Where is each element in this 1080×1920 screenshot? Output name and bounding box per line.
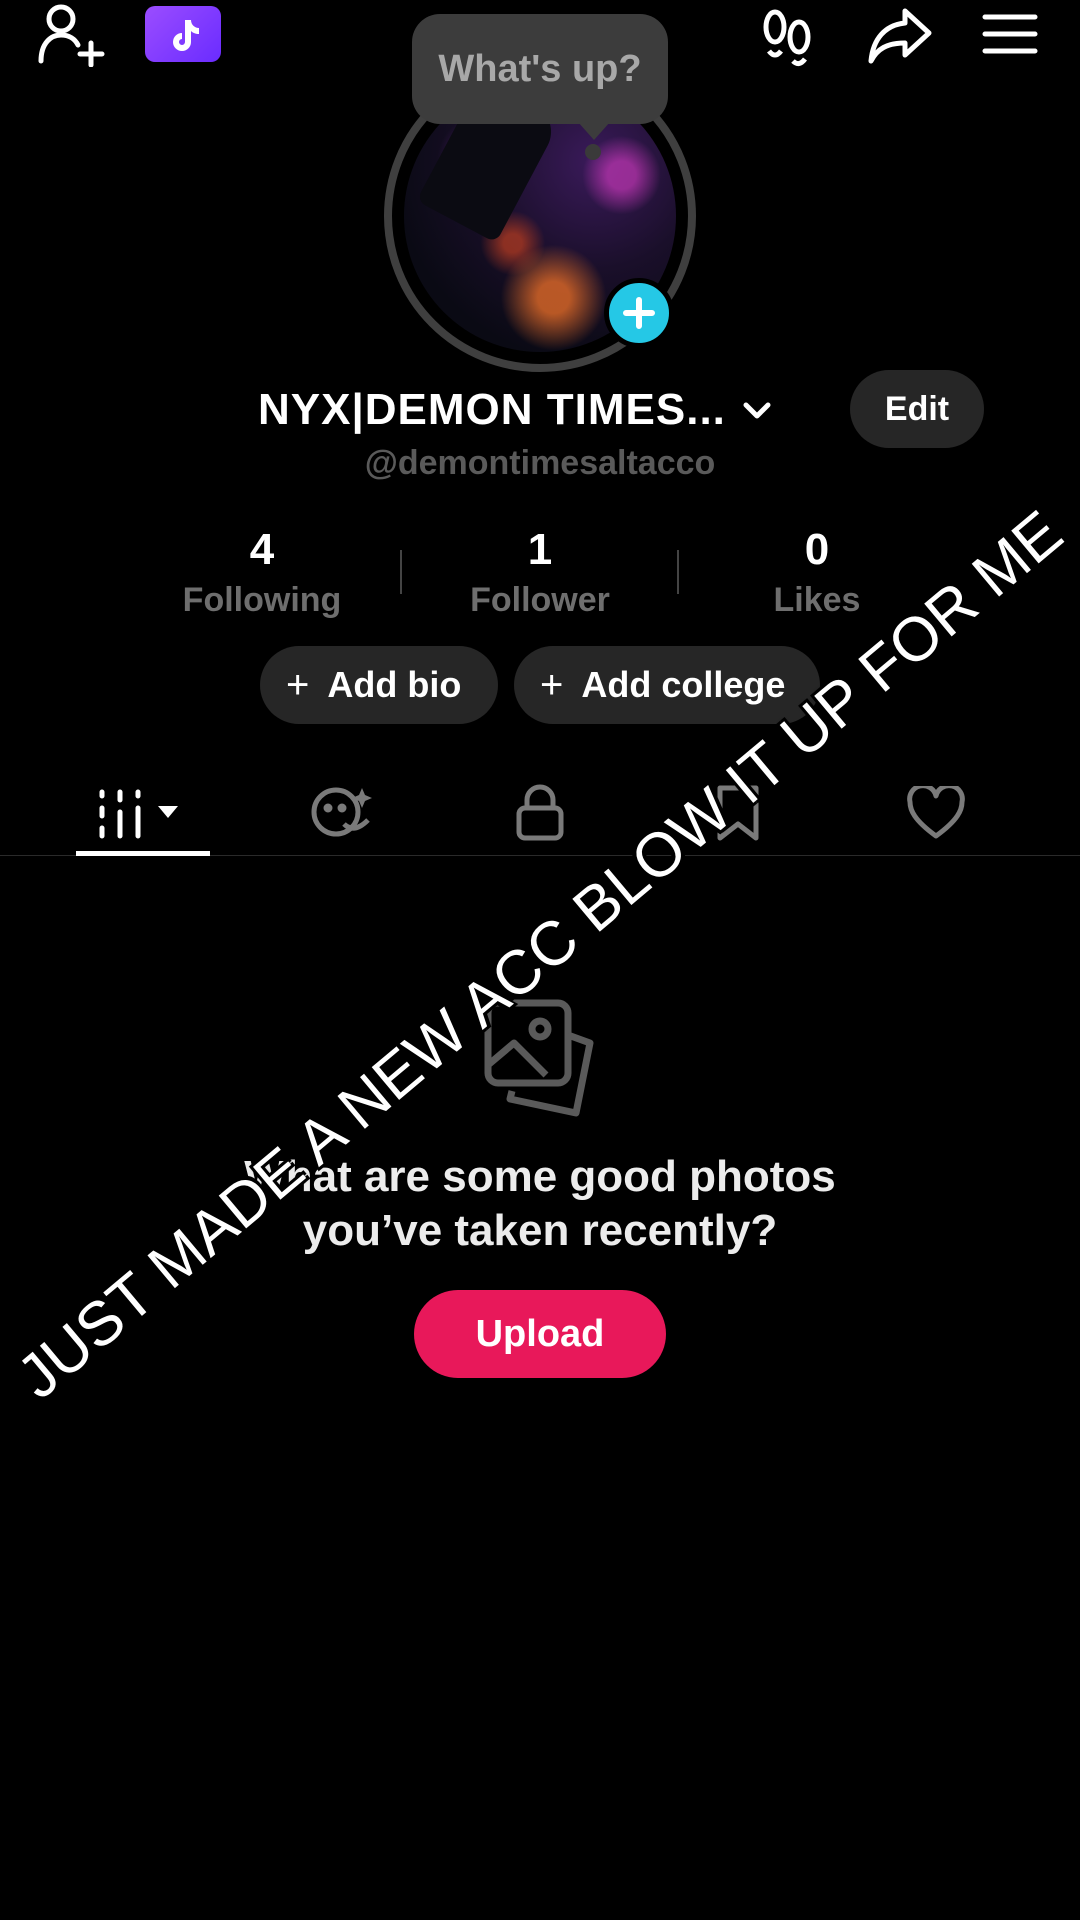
stat-following[interactable]: 4 Following	[142, 520, 382, 620]
add-college-label: Add college	[581, 664, 786, 705]
active-tab-indicator	[76, 851, 210, 856]
grid-icon	[99, 789, 178, 839]
empty-state-line-1: What are some good photos	[244, 1152, 836, 1201]
stat-label: Follower	[470, 581, 610, 619]
add-bio-button[interactable]: + Add bio	[260, 646, 498, 724]
menu-icon[interactable]	[975, 4, 1045, 64]
status-bubble-dot	[585, 144, 601, 160]
stat-value: 4	[249, 525, 275, 574]
tab-reposts[interactable]	[282, 770, 402, 856]
stat-followers[interactable]: 1 Follower	[420, 520, 660, 620]
stat-divider	[400, 550, 402, 594]
stat-value: 1	[527, 525, 553, 574]
content-tabs	[0, 770, 1080, 856]
plus-icon: +	[286, 663, 310, 707]
plus-icon	[623, 297, 655, 329]
tab-liked[interactable]	[876, 770, 996, 856]
repost-smiley-icon	[311, 787, 372, 837]
footprints-icon[interactable]	[752, 2, 822, 72]
stat-divider	[677, 550, 679, 594]
upload-button[interactable]: Upload	[414, 1290, 666, 1378]
add-bio-label: Add bio	[327, 664, 462, 705]
tab-videos[interactable]	[82, 770, 202, 856]
overlay-caption: JUST MADE A NEW ACC BLOW IT UP FOR ME	[4, 497, 1076, 1413]
display-name-row[interactable]: NYX|DEMON TIMES...	[258, 380, 774, 440]
status-bubble-tail	[578, 122, 610, 140]
status-bubble[interactable]: What's up?	[412, 14, 668, 124]
add-avatar-button[interactable]	[604, 278, 674, 348]
status-bubble-text: What's up?	[438, 47, 642, 90]
edit-profile-button[interactable]: Edit	[850, 370, 984, 448]
display-name: NYX|DEMON TIMES...	[258, 385, 726, 434]
tiktok-promo-icon[interactable]	[145, 6, 221, 62]
add-friend-icon[interactable]	[30, 0, 110, 70]
stat-value: 0	[804, 525, 830, 574]
lock-icon	[516, 784, 564, 841]
chevron-down-icon	[743, 402, 771, 419]
share-icon[interactable]	[860, 0, 940, 70]
plus-icon: +	[540, 663, 564, 707]
heart-icon	[907, 786, 965, 839]
stat-label: Following	[182, 581, 342, 619]
tab-private[interactable]	[480, 770, 600, 856]
username-handle: @demontimesaltacco	[364, 444, 716, 482]
